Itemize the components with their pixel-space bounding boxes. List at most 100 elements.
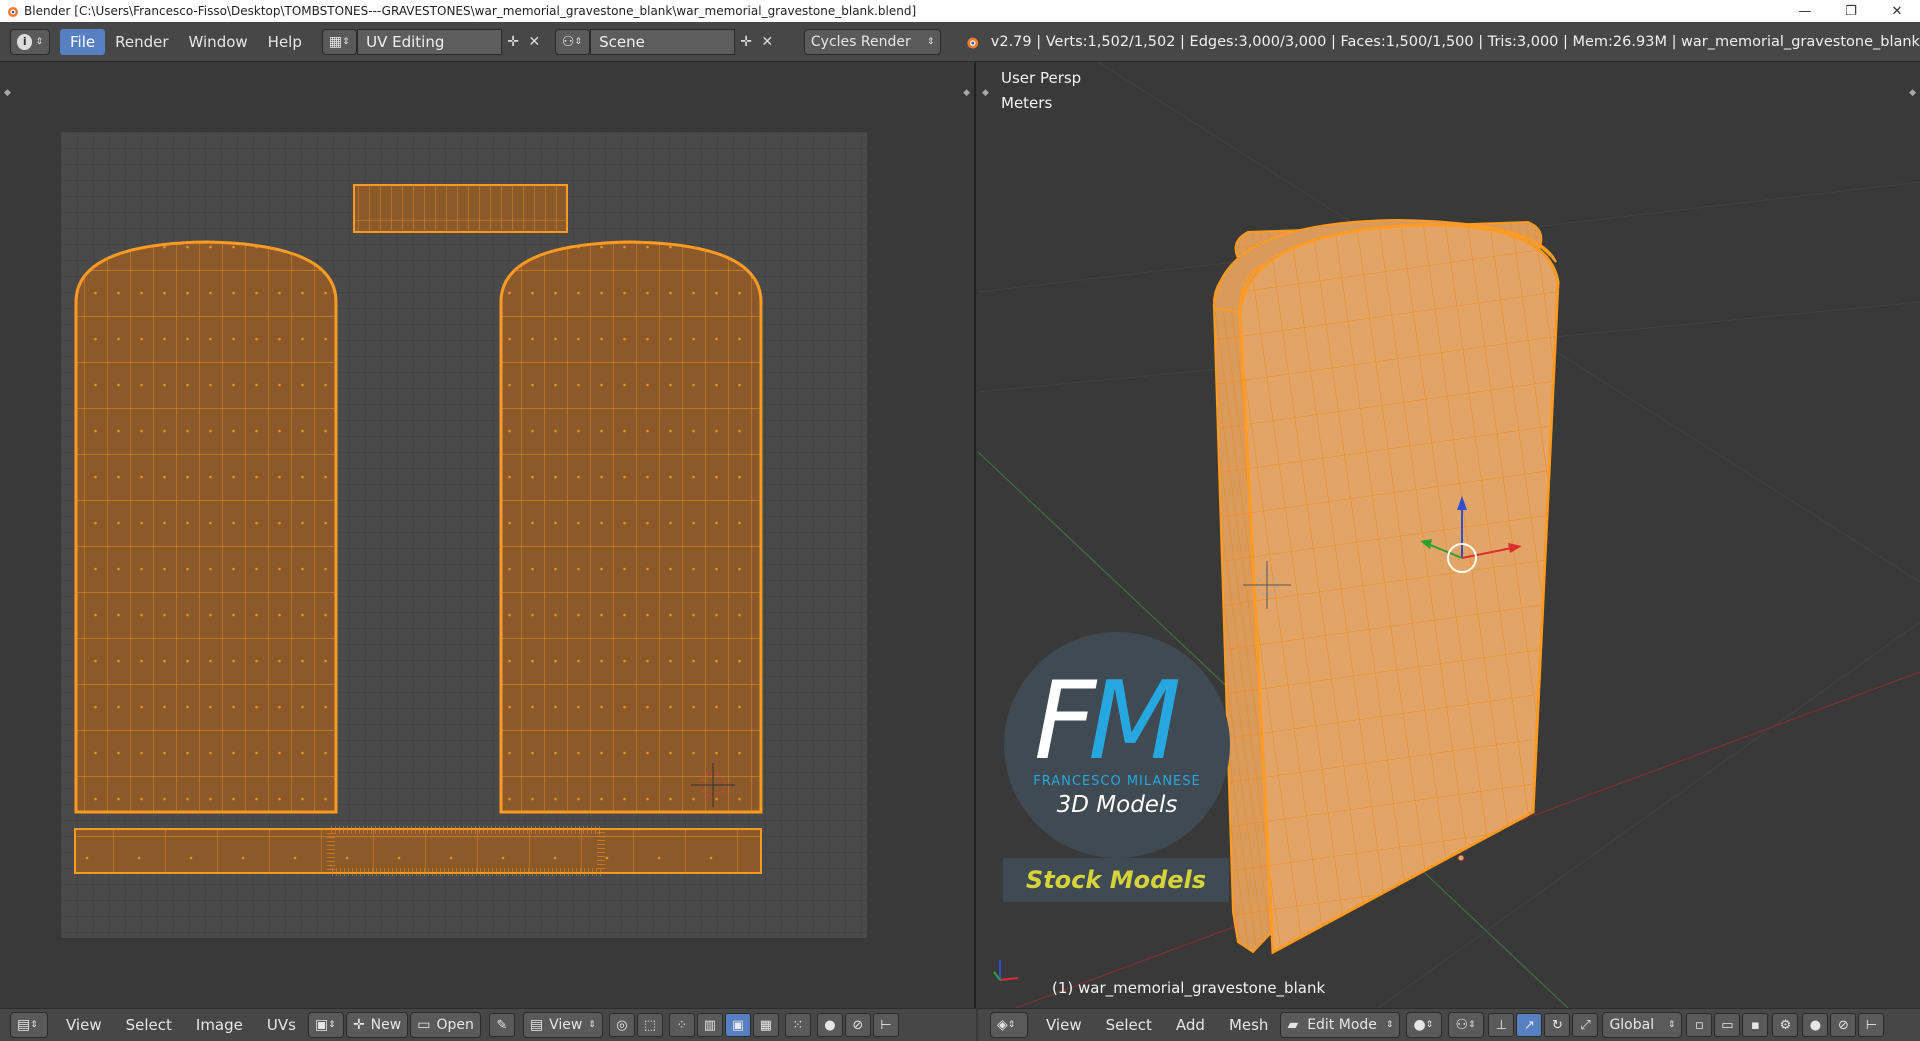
- gravestone-front-face[interactable]: [1238, 223, 1560, 955]
- mode-label: View: [549, 1017, 583, 1033]
- screen-layout-browse-button[interactable]: ▦ ⇕: [321, 28, 358, 55]
- edge-select-icon[interactable]: ▥: [696, 1013, 723, 1037]
- viewport-header: ◈ ⇕ View Select Add Mesh ▰ Edit Mode ⇕ ● ⇕…: [978, 1008, 1920, 1041]
- new-image-label: New: [370, 1017, 402, 1033]
- scene-stats: v2.79 | Verts:1,502/1,502 | Edges:3,000/…: [990, 33, 1920, 50]
- menu-image[interactable]: Image: [184, 1016, 255, 1034]
- 3d-view-icon: ◈: [997, 1017, 1008, 1033]
- scale-manipulator-icon[interactable]: ⤢: [1572, 1013, 1599, 1037]
- image-editor-icon: ▤: [17, 1017, 31, 1033]
- uv-island-front[interactable]: [74, 240, 338, 814]
- menu-mesh[interactable]: Mesh: [1217, 1016, 1281, 1034]
- vertex-select-icon[interactable]: ▫: [1686, 1013, 1713, 1037]
- logo-monogram: FM: [1034, 668, 1181, 776]
- edge-select-icon[interactable]: ▭: [1714, 1013, 1741, 1037]
- updown-arrows-icon: ⇕: [926, 36, 935, 47]
- editor-type-button[interactable]: ◈ ⇕: [990, 1012, 1028, 1038]
- orientation-dropdown[interactable]: Global ⇕: [1602, 1012, 1683, 1038]
- image-browse-button[interactable]: ▣ ⇕: [307, 1012, 344, 1038]
- logo-name: FRANCESCO MILANESE: [1033, 774, 1201, 789]
- occlude-geometry-icon[interactable]: ⚙: [1772, 1013, 1799, 1037]
- menu-select[interactable]: Select: [1094, 1016, 1164, 1034]
- render-engine-dropdown[interactable]: Cycles Render ⇕: [803, 28, 942, 55]
- proportional-edit-icon[interactable]: ●: [816, 1013, 843, 1037]
- menu-file[interactable]: File: [60, 28, 106, 55]
- mode-dropdown[interactable]: ▤ View ⇕: [522, 1012, 603, 1038]
- window-title: Blender [C:\Users\Francesco-Fisso\Deskto…: [24, 4, 917, 18]
- window-titlebar: Blender [C:\Users\Francesco-Fisso\Deskto…: [0, 0, 1920, 22]
- pivot-icon[interactable]: ◎: [608, 1013, 635, 1037]
- orientation-label: Global: [1609, 1017, 1655, 1033]
- info-icon: i: [17, 33, 33, 50]
- menu-help[interactable]: Help: [258, 29, 312, 55]
- updown-arrows-icon: ⇕: [35, 36, 43, 47]
- editor-type-info-button[interactable]: i ⇕: [10, 28, 50, 55]
- panel-toggle-right-icon[interactable]: ◆: [963, 88, 970, 98]
- new-image-button[interactable]: ✛ New: [345, 1012, 409, 1038]
- delete-screen-icon[interactable]: ✕: [524, 31, 545, 53]
- uv-canvas[interactable]: [61, 132, 867, 938]
- face-select-icon[interactable]: ▣: [724, 1013, 751, 1037]
- add-scene-icon[interactable]: ✛: [735, 31, 756, 53]
- sticky-select-icon[interactable]: ⁙: [784, 1013, 811, 1037]
- vertex-select-icon[interactable]: ⁘: [668, 1013, 695, 1037]
- image-icon: ▣: [314, 1017, 329, 1033]
- snap-element-icon[interactable]: ⊢: [872, 1013, 899, 1037]
- minimize-button[interactable]: —: [1782, 0, 1828, 22]
- open-image-button[interactable]: ▭ Open: [410, 1012, 481, 1038]
- screen-layout-name: UV Editing: [366, 32, 445, 51]
- menu-window[interactable]: Window: [179, 29, 258, 55]
- sync-selection-icon[interactable]: ⬚: [636, 1013, 663, 1037]
- proportional-edit-icon[interactable]: ●: [1802, 1013, 1829, 1037]
- editor-type-button[interactable]: ▤ ⇕: [10, 1012, 48, 1038]
- pin-icon[interactable]: ✎: [488, 1013, 515, 1037]
- maximize-button[interactable]: ❐: [1828, 0, 1874, 22]
- render-engine-label: Cycles Render: [810, 33, 911, 50]
- scene-icon: ⚇: [561, 33, 575, 50]
- object-origin: [1457, 854, 1465, 862]
- menu-uvs[interactable]: UVs: [255, 1016, 308, 1034]
- stock-models-badge: Stock Models: [1003, 858, 1229, 902]
- snap-element-icon[interactable]: ⊢: [1858, 1013, 1885, 1037]
- info-header: i ⇕ File Render Window Help ▦ ⇕ UV Editin…: [0, 22, 1920, 62]
- rotate-manipulator-icon[interactable]: ↻: [1544, 1013, 1571, 1037]
- island-select-icon[interactable]: ▦: [752, 1013, 779, 1037]
- solid-shading-icon: ●: [1413, 1017, 1426, 1033]
- view-axis-widget: [993, 960, 1019, 981]
- menu-view[interactable]: View: [54, 1016, 114, 1034]
- plus-icon: ✛: [352, 1017, 365, 1033]
- menu-select[interactable]: Select: [114, 1016, 184, 1034]
- panel-toggle-left-icon[interactable]: ◆: [4, 88, 11, 98]
- pivot-dropdown[interactable]: ⚇ ⇕: [1448, 1012, 1485, 1038]
- close-button[interactable]: ✕: [1874, 0, 1920, 22]
- uv-island-top-strip[interactable]: [353, 184, 568, 233]
- manipulator-toggle-icon[interactable]: ⊥: [1488, 1013, 1515, 1037]
- menu-render[interactable]: Render: [105, 29, 178, 55]
- logo-subtitle: 3D Models: [1056, 792, 1178, 818]
- menu-view[interactable]: View: [1034, 1016, 1094, 1034]
- add-screen-icon[interactable]: ✛: [502, 31, 523, 53]
- layout-grid-icon: ▦: [328, 33, 343, 50]
- menu-add[interactable]: Add: [1164, 1016, 1217, 1034]
- delete-scene-icon[interactable]: ✕: [757, 31, 778, 53]
- uv-island-back[interactable]: [499, 240, 763, 814]
- pivot-point-icon: ⚇: [1455, 1017, 1468, 1033]
- translate-manipulator-icon[interactable]: ↗: [1516, 1013, 1543, 1037]
- scene-field[interactable]: Scene: [590, 28, 736, 55]
- shading-dropdown[interactable]: ● ⇕: [1406, 1012, 1443, 1038]
- face-select-icon[interactable]: ▪: [1742, 1013, 1769, 1037]
- edit-mode-icon: ▰: [1287, 1017, 1299, 1033]
- view-mode-icon: ▤: [529, 1017, 544, 1033]
- scene-browse-button[interactable]: ⚇ ⇕: [554, 28, 591, 55]
- interaction-mode-dropdown[interactable]: ▰ Edit Mode ⇕: [1280, 1012, 1401, 1038]
- scene-name: Scene: [599, 32, 645, 51]
- blender-logo-icon: [8, 7, 18, 17]
- snap-icon[interactable]: ⊘: [844, 1013, 871, 1037]
- uv-image-editor[interactable]: ◆ ◆: [0, 62, 976, 1008]
- blender-logo-icon: [967, 37, 979, 49]
- folder-icon: ▭: [417, 1017, 431, 1033]
- uv-island-bottom-strip[interactable]: [74, 828, 762, 874]
- screen-layout-field[interactable]: UV Editing: [357, 28, 503, 55]
- snap-icon[interactable]: ⊘: [1830, 1013, 1857, 1037]
- watermark-logo: FM FRANCESCO MILANESE 3D Models: [1004, 632, 1230, 858]
